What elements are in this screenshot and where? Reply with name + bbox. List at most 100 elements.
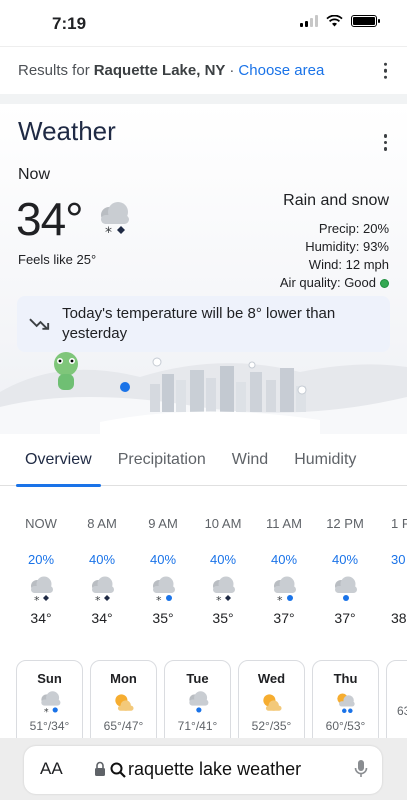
browser-toolbar: AA raquette lake weather — [0, 738, 407, 800]
hour-label: NOW — [25, 516, 57, 531]
hour-label: 10 AM — [204, 516, 242, 531]
hour-precip: 40% — [149, 552, 177, 567]
hourly-item: 9 AM 40% * 35° — [138, 516, 188, 626]
wind-value: Wind: 12 mph — [308, 257, 389, 272]
hourly-item: 12 PM 40% 37° — [320, 516, 370, 626]
air-quality-value: Air quality: Good — [279, 275, 376, 290]
weather-tabs: Overview Precipitation Wind Humidity — [0, 434, 407, 487]
tab-overview[interactable]: Overview — [12, 434, 105, 487]
svg-text:*: * — [277, 594, 283, 605]
hour-temp: 34° — [30, 610, 52, 626]
day-range: 52°/35° — [251, 719, 292, 733]
condition-text: Rain and snow — [283, 192, 389, 209]
day-name: Thu — [333, 671, 358, 686]
hour-temp: 34° — [91, 610, 113, 626]
day-card[interactable]: Sun * 51°/34° — [16, 660, 83, 738]
cloud-snow-rain-icon: * — [16, 572, 66, 608]
hour-label: 11 AM — [266, 516, 302, 531]
air-quality-dot-icon — [380, 279, 389, 289]
status-bar: 7:19 — [0, 0, 407, 46]
hourly-item: 10 AM 40% * 35° — [198, 516, 248, 626]
hour-label: 12 PM — [326, 516, 364, 531]
svg-text:*: * — [156, 594, 162, 605]
hour-temp: 37° — [334, 610, 356, 626]
battery-icon — [351, 15, 380, 27]
day-range: 65°/47° — [103, 719, 144, 733]
status-icons — [300, 15, 380, 27]
search-icon — [110, 762, 126, 778]
cloud-rain-icon — [391, 572, 407, 608]
hourly-item: 1 P 30 38 — [381, 516, 407, 626]
cloud-rain-icon — [165, 689, 230, 717]
cloud-snow-rain-icon: * — [138, 572, 188, 608]
day-card[interactable]: Tue 71°/41° — [164, 660, 231, 738]
hour-label: 8 AM — [87, 516, 117, 531]
svg-text:*: * — [105, 225, 112, 241]
hour-label: 9 AM — [148, 516, 178, 531]
weather-scene-illustration — [0, 352, 407, 434]
hour-label: 1 P — [391, 516, 407, 531]
cloud-snow-rain-icon: * — [17, 689, 82, 717]
temperature-trend-banner: Today's temperature will be 8° lower tha… — [17, 296, 390, 352]
tab-humidity[interactable]: Humidity — [281, 434, 369, 486]
svg-text:*: * — [216, 594, 222, 605]
current-temperature: 34° — [16, 193, 84, 245]
cloud-snow-rain-icon: * — [259, 572, 309, 608]
partly-sunny-icon — [91, 689, 156, 717]
day-card[interactable]: Mon 65°/47° — [90, 660, 157, 738]
day-name: Mon — [110, 671, 137, 686]
tab-wind[interactable]: Wind — [219, 434, 281, 486]
day-range: 71°/41° — [177, 719, 218, 733]
hour-precip: 40% — [88, 552, 116, 567]
results-prefix: Results for — [18, 62, 90, 79]
lock-icon — [95, 761, 105, 776]
svg-text:*: * — [95, 594, 101, 605]
hourly-item: 11 AM 40% * 37° — [259, 516, 309, 626]
hour-precip: 30 — [391, 552, 406, 567]
cloud-snow-rain-icon: * — [77, 572, 127, 608]
results-separator: · — [229, 62, 235, 79]
microphone-icon[interactable] — [354, 759, 368, 779]
hourly-item: 8 AM 40% * 34° — [77, 516, 127, 626]
precip-value: Precip: 20% — [318, 221, 389, 236]
day-card[interactable]: Wed 52°/35° — [238, 660, 305, 738]
hourly-forecast[interactable]: NOW 20% * 34° 8 AM 40% * 34° 9 AM 40% * … — [0, 486, 407, 658]
cellular-signal-icon — [300, 15, 318, 27]
trend-text: Today's temperature will be 8° lower tha… — [62, 305, 336, 342]
hour-temp: 35° — [212, 610, 234, 626]
status-time: 7:19 — [52, 14, 87, 33]
cloud-snow-rain-icon: * — [198, 572, 248, 608]
cloud-rain-icon — [320, 572, 370, 608]
day-range: 60°/53° — [325, 719, 366, 733]
day-name: Sun — [37, 671, 62, 686]
daily-forecast[interactable]: Sun * 51°/34° Mon 65°/47° Tue 71°/41° We… — [0, 658, 407, 738]
aa-label: AA — [40, 759, 63, 778]
humidity-value: Humidity: 93% — [305, 239, 389, 254]
day-name: Wed — [257, 671, 286, 686]
reader-aa-button[interactable]: AA — [40, 759, 63, 779]
day-name: Tue — [186, 671, 209, 686]
hour-precip: 20% — [27, 552, 55, 567]
tab-precipitation[interactable]: Precipitation — [105, 434, 219, 486]
weather-icon — [397, 674, 407, 702]
day-card[interactable]: 63 — [386, 660, 407, 738]
hour-precip: 40% — [270, 552, 298, 567]
address-query: raquette lake weather — [128, 759, 302, 779]
results-more-icon[interactable] — [383, 62, 387, 79]
hour-precip: 40% — [209, 552, 237, 567]
hour-precip: 40% — [331, 552, 359, 567]
results-location: Raquette Lake, NY — [93, 62, 226, 79]
day-card[interactable]: Thu 60°/53° — [312, 660, 379, 738]
choose-area-link[interactable]: Choose area — [238, 62, 324, 79]
feels-like: Feels like 25° — [18, 252, 97, 267]
air-quality-row[interactable]: Air quality: Good — [280, 274, 389, 292]
address-bar[interactable]: AA raquette lake weather — [24, 746, 382, 794]
weather-card: Weather Now 34° * Feels like 25° Rain an… — [0, 104, 407, 434]
svg-text:*: * — [43, 707, 48, 716]
wifi-icon — [326, 15, 343, 27]
weather-title: Weather — [18, 116, 116, 146]
sun-rain-icon — [313, 689, 378, 717]
weather-more-icon[interactable] — [383, 134, 387, 151]
now-label: Now — [18, 166, 51, 183]
partly-sunny-icon — [239, 689, 304, 717]
